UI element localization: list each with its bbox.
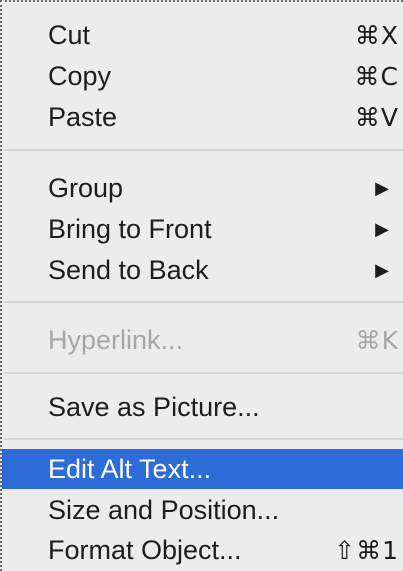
menu-item-label: Bring to Front — [48, 213, 212, 244]
menu-item-label: Size and Position... — [48, 494, 280, 525]
menu-separator — [4, 438, 403, 440]
menu-item-label: Paste — [48, 101, 118, 132]
menu-item-label: Save as Picture... — [48, 391, 260, 422]
shortcut-label: ⌘X — [354, 20, 399, 50]
shortcut-label: ⌘C — [354, 61, 399, 91]
menu-item-label: Cut — [48, 19, 91, 50]
menu-item-edit-alt-text[interactable]: Edit Alt Text... — [2, 449, 403, 489]
menu-item-label: Hyperlink... — [48, 324, 184, 355]
menu-item-label: Format Object... — [48, 534, 242, 565]
context-menu: Cut ⌘X Copy ⌘C Paste ⌘V Group ▶ Bring to… — [0, 0, 403, 571]
menu-item-send-to-back[interactable]: Send to Back ▶ — [2, 250, 403, 290]
menu-separator — [4, 301, 403, 303]
shortcut-label: ⌘K — [355, 325, 399, 355]
menu-item-hyperlink: Hyperlink... ⌘K — [2, 320, 403, 360]
menu-item-label: Edit Alt Text... — [48, 453, 212, 484]
menu-item-save-as-picture[interactable]: Save as Picture... — [2, 387, 403, 427]
menu-item-copy[interactable]: Copy ⌘C — [2, 56, 403, 96]
menu-item-paste[interactable]: Paste ⌘V — [2, 97, 403, 137]
menu-item-label: Send to Back — [48, 254, 209, 285]
shortcut-label: ⇧⌘1 — [334, 535, 399, 565]
menu-item-bring-to-front[interactable]: Bring to Front ▶ — [2, 209, 403, 249]
submenu-arrow-icon: ▶ — [375, 218, 389, 240]
menu-item-label: Group — [48, 172, 124, 203]
menu-item-format-object[interactable]: Format Object... ⇧⌘1 — [2, 530, 403, 570]
menu-item-group[interactable]: Group ▶ — [2, 168, 403, 208]
menu-item-cut[interactable]: Cut ⌘X — [2, 15, 403, 55]
submenu-arrow-icon: ▶ — [375, 177, 389, 199]
menu-item-size-and-position[interactable]: Size and Position... — [2, 490, 403, 530]
shortcut-label: ⌘V — [354, 102, 399, 132]
menu-separator — [4, 372, 403, 374]
menu-separator — [4, 149, 403, 151]
menu-item-label: Copy — [48, 60, 112, 91]
submenu-arrow-icon: ▶ — [375, 259, 389, 281]
